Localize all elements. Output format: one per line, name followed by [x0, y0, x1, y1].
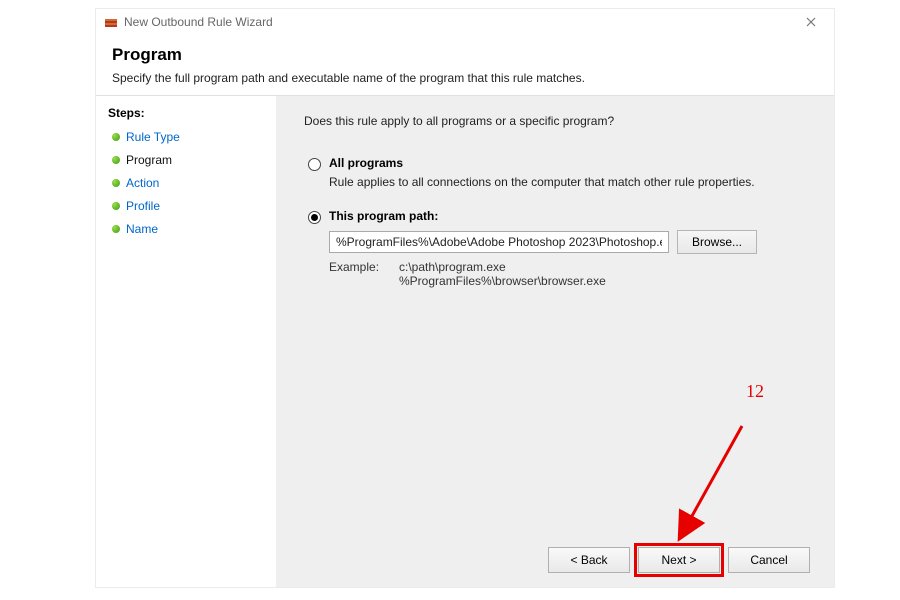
- steps-heading: Steps:: [108, 106, 268, 120]
- titlebar: New Outbound Rule Wizard: [96, 9, 834, 35]
- step-label: Rule Type: [126, 130, 180, 144]
- step-bullet-icon: [112, 202, 120, 210]
- step-profile[interactable]: Profile: [108, 195, 268, 217]
- next-button[interactable]: Next >: [638, 547, 720, 573]
- step-rule-type[interactable]: Rule Type: [108, 126, 268, 148]
- step-program[interactable]: Program: [108, 149, 268, 171]
- step-name[interactable]: Name: [108, 218, 268, 240]
- program-path-input[interactable]: [329, 231, 669, 253]
- step-label: Profile: [126, 199, 160, 213]
- radio-all-programs-label: All programs: [329, 156, 403, 170]
- back-button[interactable]: < Back: [548, 547, 630, 573]
- example-label: Example:: [329, 260, 399, 288]
- cancel-button[interactable]: Cancel: [728, 547, 810, 573]
- content-panel: Does this rule apply to all programs or …: [276, 96, 834, 587]
- firewall-icon: [104, 15, 118, 29]
- steps-panel: Steps: Rule Type Program Action Profile …: [96, 96, 276, 587]
- page-title: Program: [112, 45, 818, 65]
- annotation-step-number: 12: [746, 381, 764, 402]
- step-label: Name: [126, 222, 158, 236]
- scope-radio-group: All programs Rule applies to all connect…: [308, 156, 810, 288]
- radio-program-path[interactable]: [308, 211, 321, 224]
- annotation-arrow-icon: [664, 416, 764, 556]
- step-bullet-icon: [112, 156, 120, 164]
- wizard-body: Steps: Rule Type Program Action Profile …: [96, 96, 834, 587]
- step-label: Action: [126, 176, 159, 190]
- close-button[interactable]: [796, 11, 826, 33]
- step-label: Program: [126, 153, 172, 167]
- radio-all-programs-desc: Rule applies to all connections on the c…: [329, 175, 810, 189]
- radio-all-programs-row[interactable]: All programs: [308, 156, 810, 171]
- apply-question: Does this rule apply to all programs or …: [304, 114, 810, 128]
- page-subtitle: Specify the full program path and execut…: [112, 71, 818, 85]
- example-line-2: %ProgramFiles%\browser\browser.exe: [399, 274, 606, 288]
- step-bullet-icon: [112, 225, 120, 233]
- step-bullet-icon: [112, 179, 120, 187]
- example-line-1: c:\path\program.exe: [399, 260, 606, 274]
- browse-button[interactable]: Browse...: [677, 230, 757, 254]
- wizard-header: Program Specify the full program path an…: [96, 35, 834, 96]
- window-title: New Outbound Rule Wizard: [124, 15, 273, 29]
- radio-all-programs[interactable]: [308, 158, 321, 171]
- step-action[interactable]: Action: [108, 172, 268, 194]
- example-block: Example: c:\path\program.exe %ProgramFil…: [329, 260, 810, 288]
- wizard-dialog: New Outbound Rule Wizard Program Specify…: [95, 8, 835, 588]
- wizard-footer: < Back Next > Cancel: [304, 537, 810, 577]
- radio-program-path-row[interactable]: This program path:: [308, 209, 810, 224]
- radio-program-path-label: This program path:: [329, 209, 438, 223]
- step-bullet-icon: [112, 133, 120, 141]
